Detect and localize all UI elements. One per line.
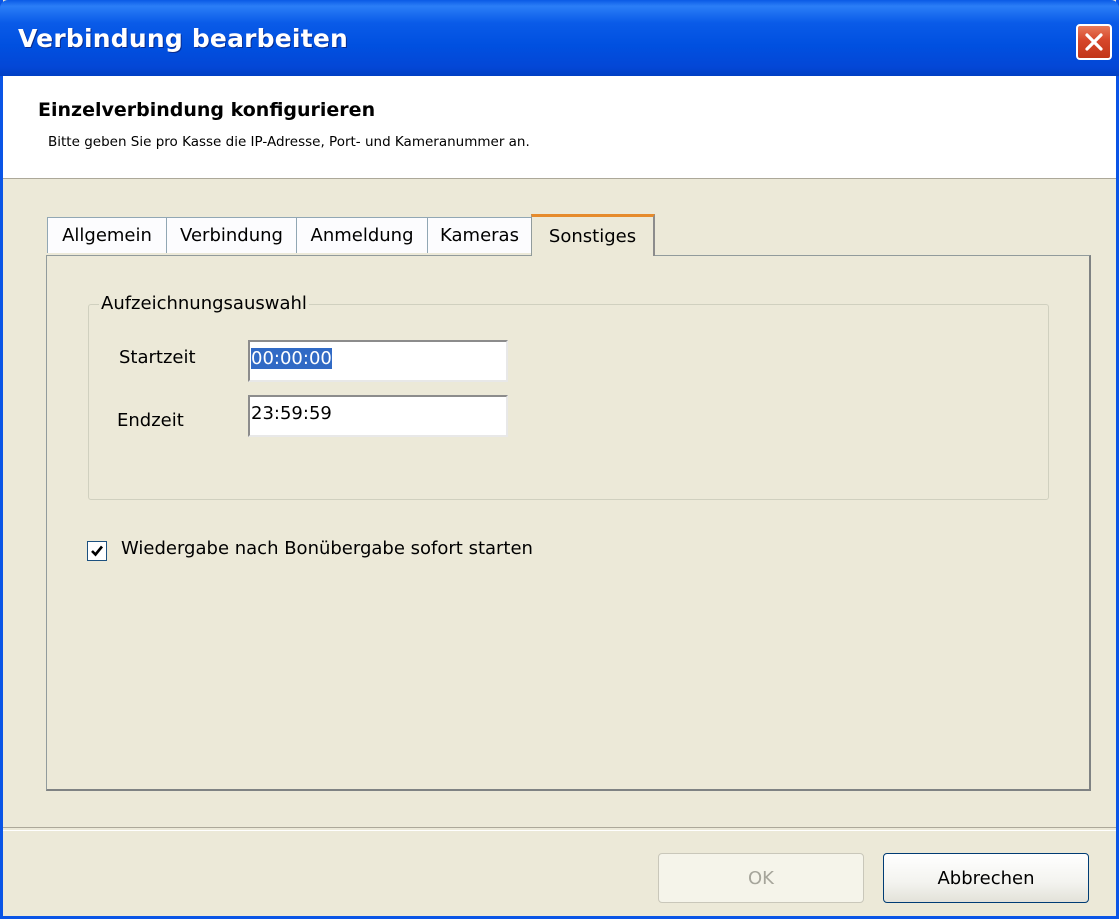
title-bar[interactable]: Verbindung bearbeiten	[0, 0, 1119, 76]
tab-label: Anmeldung	[310, 225, 414, 246]
playback-checkbox[interactable]	[87, 541, 107, 561]
tab-verbindung[interactable]: Verbindung	[166, 217, 297, 253]
header-subtitle: Bitte geben Sie pro Kasse die IP-Adresse…	[48, 134, 530, 150]
ok-button-label: OK	[748, 867, 774, 889]
start-time-value: 00:00:00	[251, 348, 332, 369]
header-title: Einzelverbindung konfigurieren	[38, 99, 376, 121]
start-time-input[interactable]: 00:00:00	[248, 340, 508, 382]
footer-separator	[3, 827, 1116, 831]
close-icon	[1085, 33, 1103, 51]
end-time-value: 23:59:59	[251, 403, 332, 424]
recording-selection-group: Aufzeichnungsauswahl Startzeit 00:00:00 …	[88, 293, 1049, 500]
tab-label: Sonstiges	[548, 226, 637, 247]
checkmark-icon	[91, 545, 104, 557]
tab-panel-sonstiges: Aufzeichnungsauswahl Startzeit 00:00:00 …	[46, 255, 1091, 791]
tab-allgemein[interactable]: Allgemein	[47, 217, 167, 253]
dialog-window: Verbindung bearbeiten Einzelverbindung k…	[0, 0, 1119, 919]
tab-label: Verbindung	[180, 225, 283, 246]
tab-kameras[interactable]: Kameras	[427, 217, 532, 253]
cancel-button[interactable]: Abbrechen	[883, 853, 1089, 903]
tab-label: Allgemein	[62, 225, 152, 246]
tab-anmeldung[interactable]: Anmeldung	[296, 217, 428, 253]
close-button[interactable]	[1076, 24, 1112, 60]
tab-sonstiges[interactable]: Sonstiges	[531, 214, 655, 256]
end-time-label: Endzeit	[117, 410, 184, 431]
ok-button[interactable]: OK	[658, 853, 864, 903]
start-time-label: Startzeit	[119, 347, 196, 368]
cancel-button-label: Abbrechen	[937, 867, 1035, 889]
tab-label: Kameras	[440, 225, 519, 246]
playback-checkbox-label[interactable]: Wiedergabe nach Bonübergabe sofort start…	[121, 538, 533, 559]
window-title: Verbindung bearbeiten	[18, 24, 348, 53]
end-time-input[interactable]: 23:59:59	[248, 395, 508, 437]
group-label: Aufzeichnungsauswahl	[99, 293, 309, 314]
header-panel: Einzelverbindung konfigurieren Bitte geb…	[3, 76, 1116, 179]
